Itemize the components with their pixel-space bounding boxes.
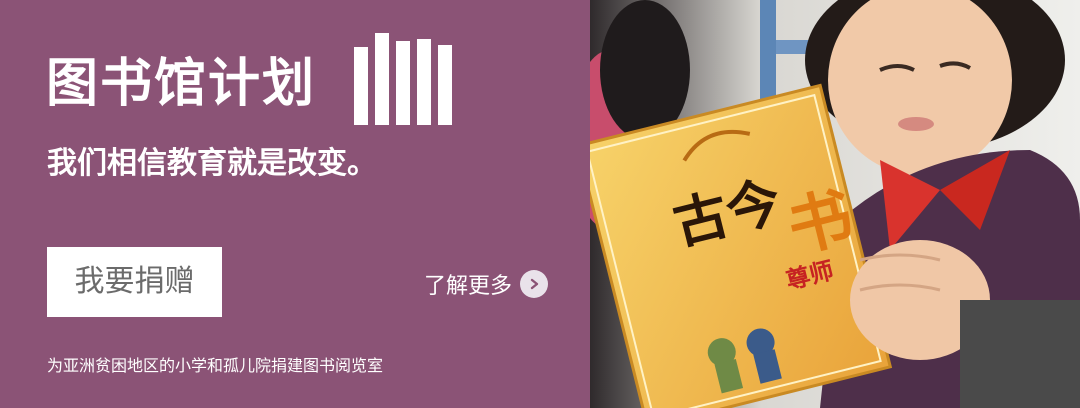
library-banner: 图书馆计划 我们相信教育就是改变。 我要捐赠 了解更多 为亚洲贫困地区的小学和孤… <box>0 0 1080 408</box>
learn-more-link[interactable]: 了解更多 <box>424 268 549 300</box>
banner-panel: 图书馆计划 我们相信教育就是改变。 我要捐赠 了解更多 为亚洲贫困地区的小学和孤… <box>0 0 590 408</box>
chevron-right-icon <box>520 270 549 298</box>
banner-slogan: 我们相信教育就是改变。 <box>47 146 377 181</box>
banner-title: 图书馆计划 <box>46 54 317 114</box>
learn-more-label: 了解更多 <box>424 274 513 299</box>
reading-girl-photo: 古今 书 尊师 <box>590 0 1080 408</box>
bookshelf-icon <box>354 33 452 125</box>
donate-button[interactable]: 我要捐赠 <box>47 247 222 317</box>
banner-footer-text: 为亚洲贫困地区的小学和孤儿院捐建图书阅览室 <box>47 356 384 375</box>
